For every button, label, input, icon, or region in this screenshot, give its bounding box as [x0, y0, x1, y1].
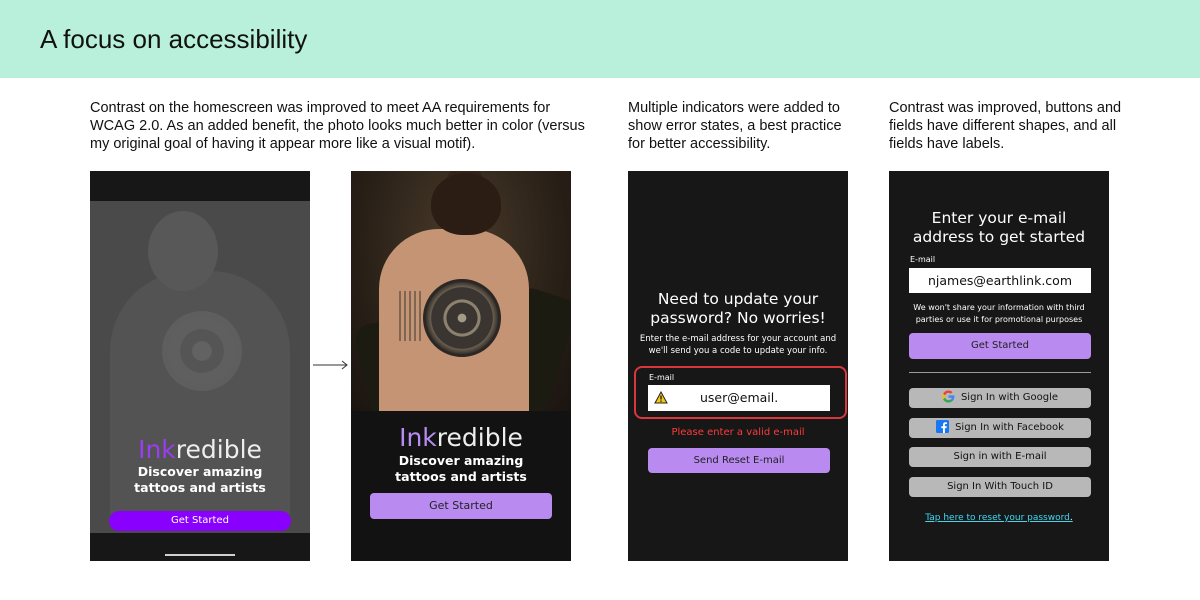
arrow-right-icon — [313, 360, 348, 370]
google-button-label: Sign In with Google — [960, 392, 1059, 403]
tagline-line-2: tattoos and artists — [134, 480, 266, 495]
email-label: E-mail — [649, 373, 675, 382]
tattoo-mandala-grayscale — [162, 311, 242, 391]
facebook-icon — [936, 419, 950, 433]
google-icon — [942, 390, 955, 402]
photo-silhouette-head — [148, 211, 218, 291]
reset-subtitle-line-1: Enter the e-mail address for your accoun… — [639, 334, 837, 344]
logo-rest: redible — [436, 423, 523, 452]
tagline-line-1: Discover amazing — [398, 453, 524, 468]
tagline-line-1: Discover amazing — [137, 464, 263, 479]
reset-subtitle: Enter the e-mail address for your accoun… — [638, 333, 838, 357]
reset-title-line-1: Need to update your — [657, 290, 819, 308]
logo-ink: Ink — [399, 423, 437, 452]
logo-ink: Ink — [138, 435, 176, 464]
page-title: A focus on accessibility — [40, 24, 308, 54]
email-field[interactable]: njames@earthlink.com — [909, 268, 1091, 293]
tagline: Discover amazing tattoos and artists — [351, 453, 571, 485]
reset-title-line-2: password? No worries! — [650, 309, 826, 327]
privacy-note-line-2: parties or use it for promotional purpos… — [915, 315, 1083, 324]
signin-mockup: Enter your e-mail address to get started… — [889, 171, 1109, 561]
get-started-button[interactable]: Get Started — [370, 493, 552, 519]
email-value: user@email. — [700, 390, 779, 405]
tattoo-photo — [351, 171, 571, 429]
get-started-button[interactable]: Get Started — [109, 511, 291, 531]
app-logo: Inkredible — [90, 435, 310, 464]
sign-in-email-button[interactable]: Sign in with E-mail — [909, 447, 1091, 467]
email-label: E-mail — [910, 255, 936, 264]
hair — [431, 173, 501, 235]
error-states-description: Multiple indicators were added to show e… — [628, 100, 842, 152]
privacy-note: We won't share your information with thi… — [899, 302, 1099, 326]
divider — [909, 372, 1091, 373]
password-reset-mockup: Need to update your password? No worries… — [628, 171, 848, 561]
sign-in-touch-id-button[interactable]: Sign In With Touch ID — [909, 477, 1091, 497]
signin-title-line-1: Enter your e-mail — [931, 209, 1067, 227]
logo-rest: redible — [175, 435, 262, 464]
home-indicator — [165, 554, 235, 556]
facebook-button-label: Sign In with Facebook — [955, 422, 1064, 433]
privacy-note-line-1: We won't share your information with thi… — [913, 303, 1085, 312]
sign-in-facebook-button[interactable]: Sign In with Facebook — [909, 418, 1091, 438]
reset-title: Need to update your password? No worries… — [628, 290, 848, 328]
reset-subtitle-line-2: we'll send you a code to update your inf… — [648, 346, 828, 356]
reset-password-link[interactable]: Tap here to reset your password. — [889, 513, 1109, 523]
before-screen: Inkredible Discover amazing tattoos and … — [90, 201, 310, 533]
sign-in-google-button[interactable]: Sign In with Google — [909, 388, 1091, 408]
tattoo-script — [399, 291, 421, 341]
tattoo-mandala — [423, 279, 501, 357]
reset-link-period: . — [1069, 513, 1073, 523]
email-field[interactable]: user@email. — [648, 385, 830, 411]
error-message: Please enter a valid e-mail — [671, 427, 805, 438]
homescreen-description: Contrast on the homescreen was improved … — [90, 100, 585, 152]
reset-link-text: Tap here to reset your password — [925, 513, 1070, 523]
warning-triangle-icon — [654, 391, 668, 404]
app-logo: Inkredible — [351, 423, 571, 452]
fields-description: Contrast was improved, buttons and field… — [889, 100, 1122, 152]
tagline: Discover amazing tattoos and artists — [90, 464, 310, 496]
send-reset-email-button[interactable]: Send Reset E-mail — [648, 448, 830, 473]
before-homescreen-mockup: Inkredible Discover amazing tattoos and … — [90, 171, 310, 561]
tagline-line-2: tattoos and artists — [395, 469, 527, 484]
page-header: A focus on accessibility — [0, 0, 1200, 78]
signin-title-line-2: address to get started — [912, 228, 1086, 246]
after-homescreen-mockup: Inkredible Discover amazing tattoos and … — [351, 171, 571, 561]
signin-title: Enter your e-mail address to get started — [889, 209, 1109, 247]
get-started-button[interactable]: Get Started — [909, 333, 1091, 359]
